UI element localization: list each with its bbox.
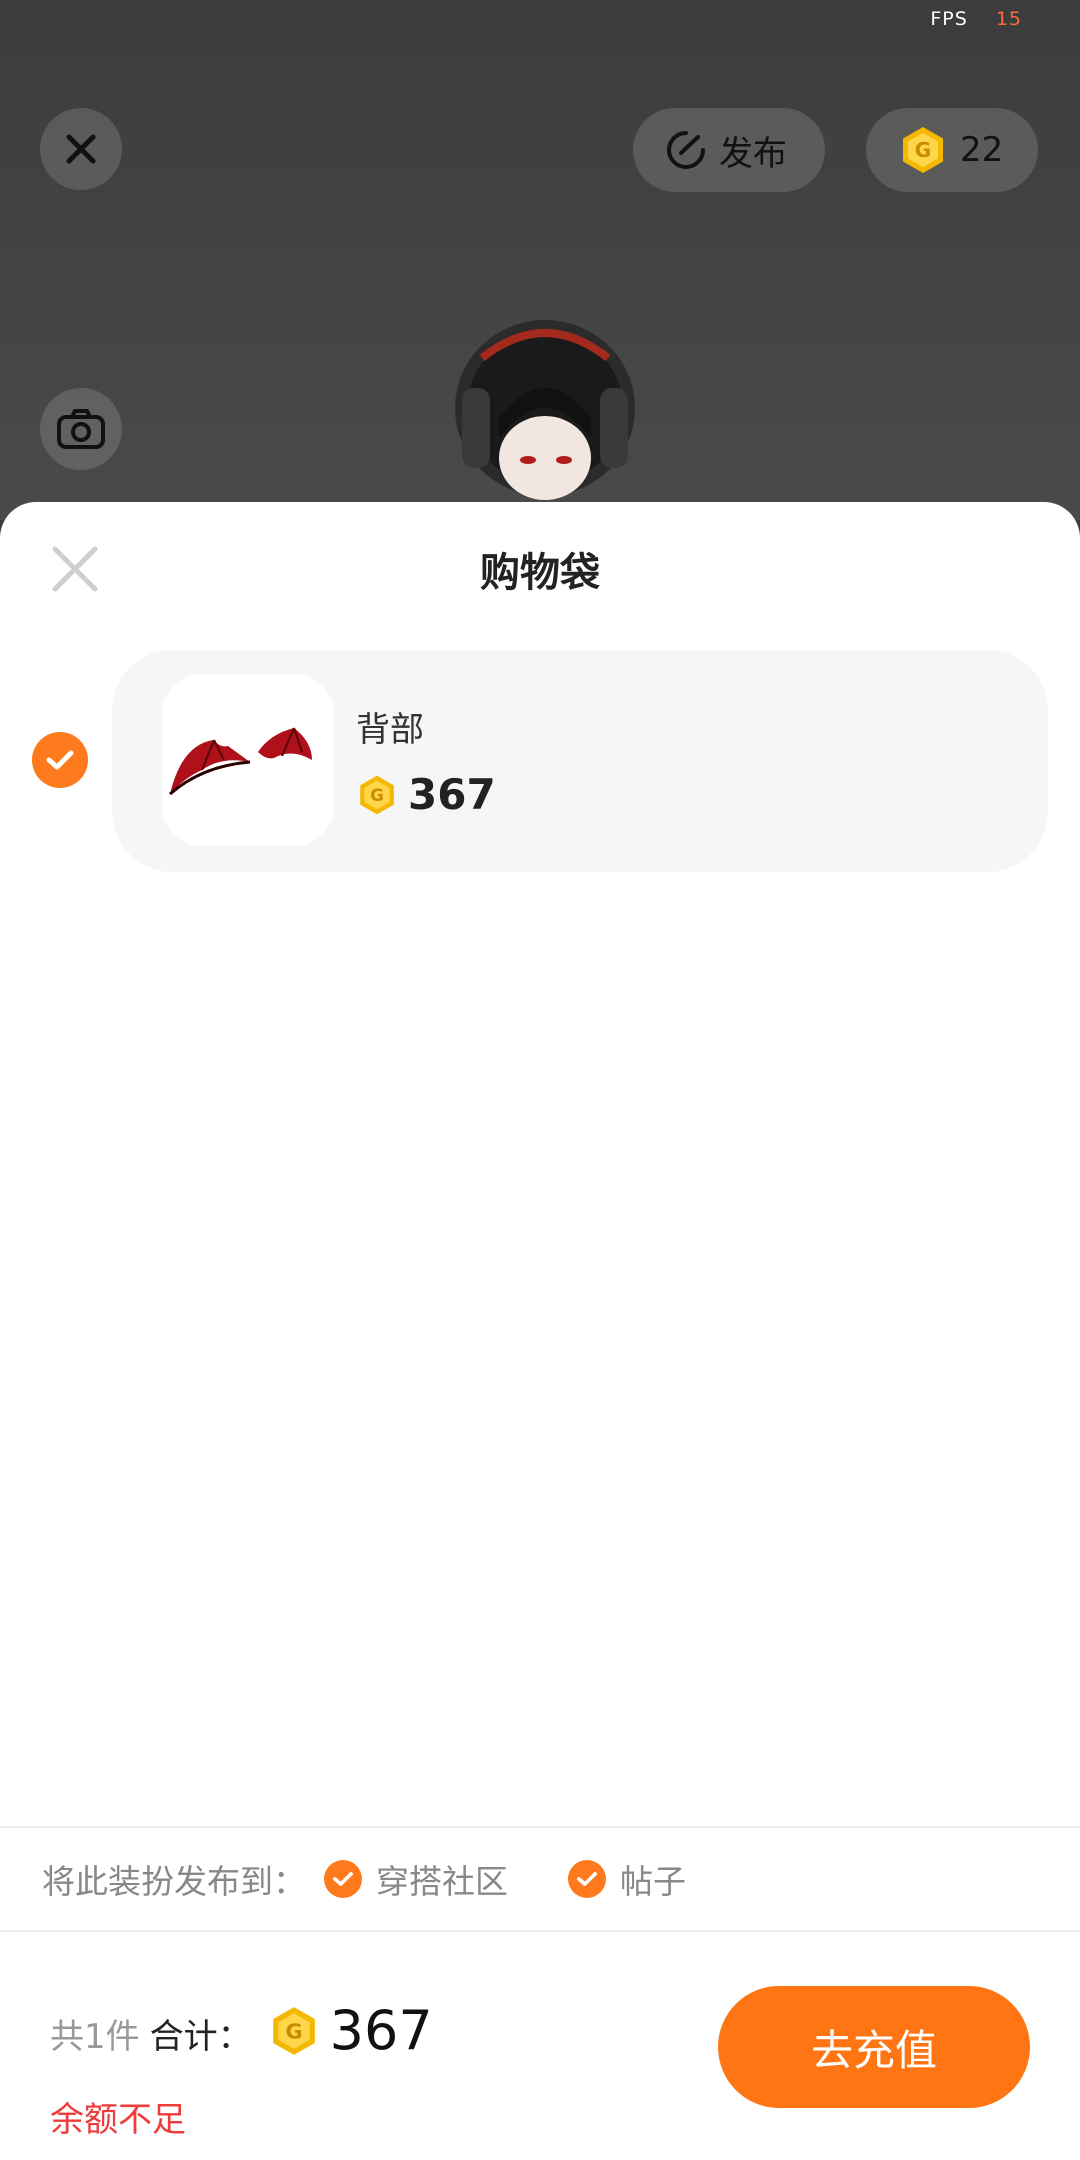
insufficient-balance-warning: 余额不足	[50, 2100, 186, 2140]
close-scene-button[interactable]	[40, 108, 122, 190]
camera-icon	[57, 409, 105, 449]
cart-item-card[interactable]: 背部 G 367	[112, 650, 1048, 872]
publish-option-post[interactable]: 帖子	[568, 1855, 686, 1903]
publish-option-community[interactable]: 穿搭社区	[324, 1855, 508, 1903]
item-name: 背部	[356, 710, 424, 750]
svg-text:G: G	[285, 2019, 302, 2043]
total-label: 合计：	[149, 2017, 252, 2057]
svg-text:G: G	[370, 784, 384, 804]
shopping-bag-sheet: 购物袋 背部 G 367 将此装扮发布到： 穿搭社区 帖子 共1件 合计： G …	[0, 502, 1080, 2160]
svg-text:G: G	[915, 138, 931, 162]
item-price-value: 367	[408, 770, 496, 819]
avatar-character	[455, 320, 635, 500]
check-icon	[333, 1872, 353, 1886]
item-price: G 367	[356, 770, 496, 819]
camera-button[interactable]	[40, 388, 122, 470]
check-icon	[577, 1872, 597, 1886]
check-icon	[46, 750, 74, 770]
fps-counter: FPS 15	[930, 8, 1022, 30]
item-select-checkbox[interactable]	[32, 732, 88, 788]
coin-balance-value: 22	[960, 130, 1004, 170]
coin-icon: G	[903, 127, 943, 173]
close-icon	[66, 134, 96, 164]
total-amount: G 367	[268, 2004, 433, 2058]
community-checkbox[interactable]	[324, 1860, 362, 1898]
wings-icon	[169, 727, 312, 796]
total-value: 367	[329, 1999, 433, 2062]
coin-icon: G	[360, 775, 394, 814]
footer-summary: 共1件 合计： G 367	[50, 2004, 433, 2058]
publish-options-row: 将此装扮发布到： 穿搭社区 帖子	[0, 1826, 1080, 1932]
fps-value: 15	[995, 8, 1022, 30]
publish-icon	[667, 131, 705, 169]
sheet-title: 购物袋	[480, 550, 600, 596]
community-option-label: 穿搭社区	[376, 1862, 508, 1901]
coin-balance-badge[interactable]: G 22	[866, 108, 1038, 192]
coin-icon: G	[272, 2007, 315, 2055]
publish-label: 发布	[719, 133, 787, 174]
post-checkbox[interactable]	[568, 1860, 606, 1898]
avatar-scene: FPS 15 发布 G 22	[0, 0, 1080, 520]
item-count: 共1件	[50, 2017, 140, 2057]
publish-button[interactable]: 发布	[633, 108, 825, 192]
post-option-label: 帖子	[620, 1862, 686, 1901]
recharge-button[interactable]: 去充值	[718, 1986, 1030, 2108]
publish-to-label: 将此装扮发布到：	[42, 1862, 306, 1901]
fps-label: FPS	[930, 8, 968, 30]
item-thumbnail	[162, 674, 334, 846]
